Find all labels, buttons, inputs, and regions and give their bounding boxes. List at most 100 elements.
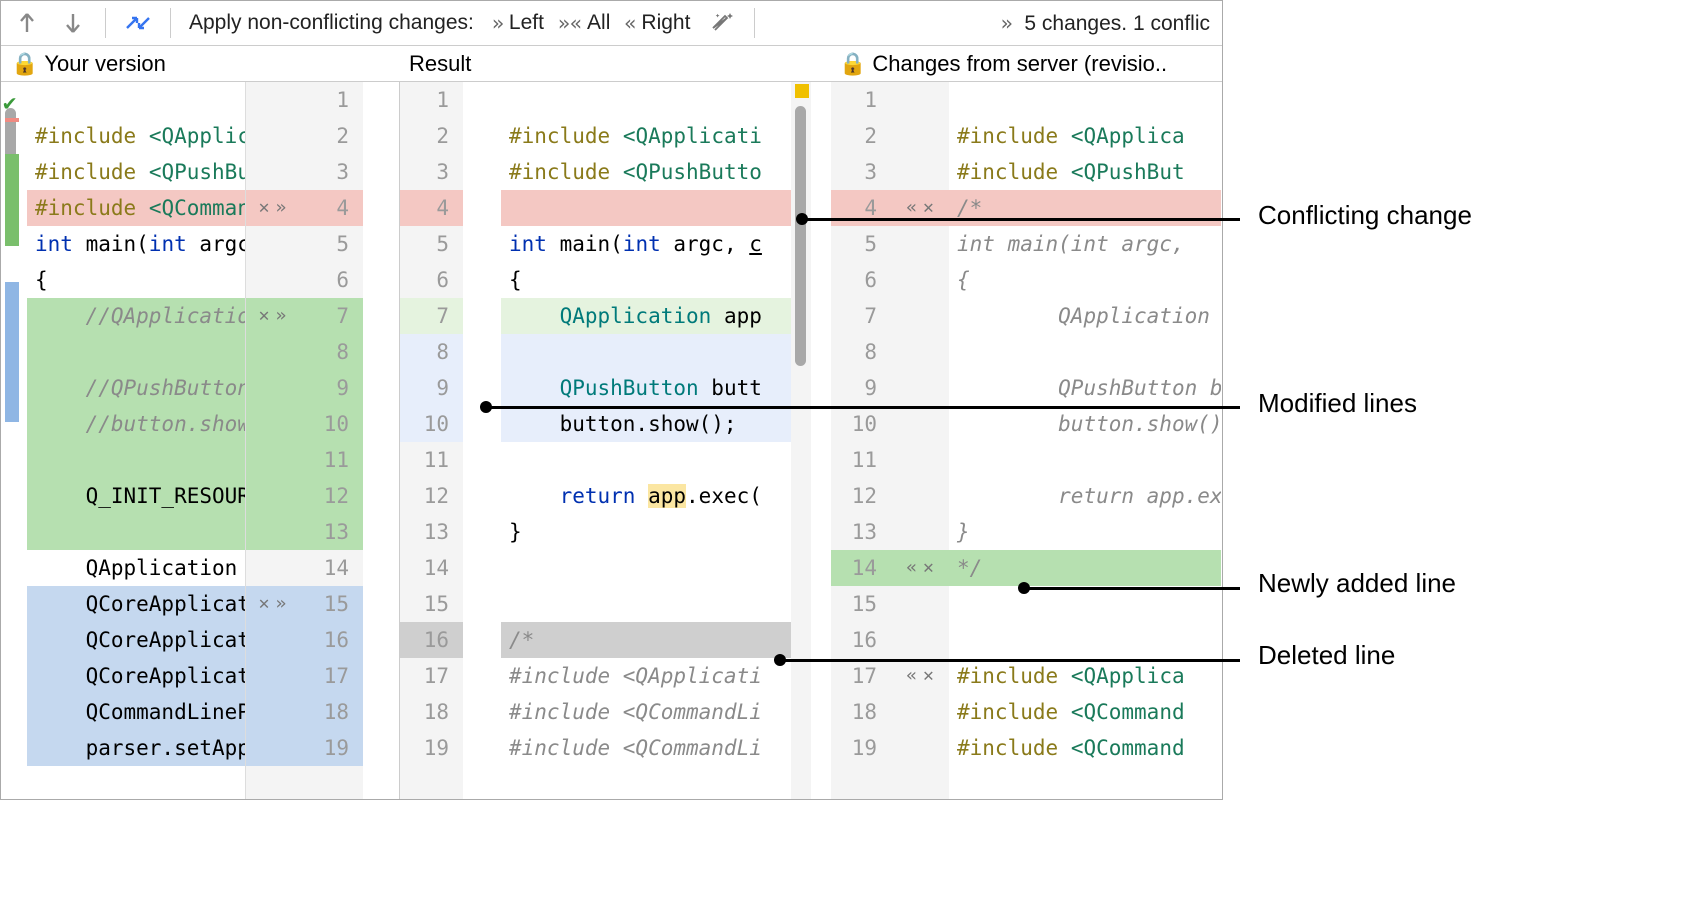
magic-wand-icon[interactable] — [708, 9, 736, 37]
action-cell[interactable]: «✕ — [891, 550, 949, 586]
line-number: 5 — [831, 226, 891, 262]
code-line[interactable]: #include <QApplic — [27, 118, 245, 154]
code-line[interactable]: QApplication a — [949, 298, 1221, 334]
code-line[interactable]: //QPushButton — [27, 370, 245, 406]
code-line[interactable]: */ — [949, 550, 1221, 586]
code-line[interactable]: int main(int argc — [27, 226, 245, 262]
code-line[interactable]: QCoreApplicat — [27, 658, 245, 694]
action-cell — [891, 514, 949, 550]
code-line[interactable]: } — [501, 514, 791, 550]
action-cell[interactable]: ✕» — [246, 298, 299, 334]
code-line[interactable] — [501, 334, 791, 370]
accept-right-icon[interactable]: » — [276, 586, 287, 622]
code-line[interactable]: #include <QComman — [27, 190, 245, 226]
code-line[interactable]: { — [949, 262, 1221, 298]
marker-conflict[interactable] — [5, 118, 19, 122]
apply-all-button[interactable]: »«All — [558, 11, 610, 35]
compare-icon[interactable] — [124, 9, 152, 37]
apply-left-button[interactable]: »Left — [492, 11, 544, 35]
warning-marker-icon[interactable] — [795, 84, 809, 98]
line-number: 11 — [400, 442, 463, 478]
reject-icon[interactable]: ✕ — [259, 298, 270, 334]
action-cell[interactable]: ✕» — [246, 190, 299, 226]
code-line[interactable] — [27, 82, 245, 118]
code-line[interactable] — [949, 586, 1221, 622]
code-line[interactable]: #include <QCommand — [949, 694, 1221, 730]
code-line[interactable]: #include <QApplica — [949, 118, 1221, 154]
code-line[interactable]: #include <QCommandLi — [501, 694, 791, 730]
code-line[interactable]: parser.setApp — [27, 730, 245, 766]
code-line[interactable]: { — [27, 262, 245, 298]
code-line[interactable]: QApplication — [27, 550, 245, 586]
action-cell — [891, 442, 949, 478]
reject-icon[interactable]: ✕ — [923, 550, 934, 586]
reject-icon[interactable]: ✕ — [259, 586, 270, 622]
line-number: 8 — [299, 334, 363, 370]
code-line[interactable] — [949, 334, 1221, 370]
code-line[interactable]: #include <QCommandLi — [501, 730, 791, 766]
line-number: 3 — [299, 154, 363, 190]
accept-right-icon[interactable]: » — [276, 298, 287, 334]
code-line[interactable]: { — [501, 262, 791, 298]
code-line[interactable] — [949, 622, 1221, 658]
apply-right-button[interactable]: «Right — [624, 11, 690, 35]
code-line[interactable]: } — [949, 514, 1221, 550]
code-line[interactable] — [27, 442, 245, 478]
prev-change-icon[interactable] — [13, 9, 41, 37]
code-line[interactable]: Q_INIT_RESOUR — [27, 478, 245, 514]
marker-insert[interactable] — [5, 154, 19, 246]
code-line[interactable] — [949, 442, 1221, 478]
callout-label-added: Newly added line — [1258, 568, 1456, 599]
code-line[interactable] — [501, 190, 791, 226]
mid-scroll-thumb[interactable] — [795, 106, 806, 366]
code-line[interactable]: int main(int argc, — [949, 226, 1221, 262]
code-line[interactable] — [27, 334, 245, 370]
code-line[interactable]: QApplication app — [501, 298, 791, 334]
reject-icon[interactable]: ✕ — [923, 658, 934, 694]
diff-body: ✔ #include <QApplic#include <QPushBu#inc… — [1, 82, 1222, 799]
action-cell — [246, 478, 299, 514]
code-line[interactable] — [501, 82, 791, 118]
code-line[interactable] — [27, 514, 245, 550]
code-line[interactable]: #include <QApplica — [949, 658, 1221, 694]
code-line[interactable]: QPushButton bu — [949, 370, 1221, 406]
code-line[interactable]: #include <QPushButto — [501, 154, 791, 190]
code-line[interactable]: QCommandLineP — [27, 694, 245, 730]
code-line[interactable]: return app.exec( — [501, 478, 791, 514]
code-line[interactable]: button.show(); — [949, 406, 1221, 442]
code-line[interactable]: //button.show — [27, 406, 245, 442]
result-code-pane[interactable]: #include <QApplicati#include <QPushButto… — [501, 82, 791, 799]
code-line[interactable] — [501, 442, 791, 478]
code-line[interactable]: #include <QCommand — [949, 730, 1221, 766]
marker-modified[interactable] — [5, 282, 19, 422]
code-line[interactable] — [949, 82, 1221, 118]
code-line[interactable]: QCoreApplicat — [27, 586, 245, 622]
accept-right-icon[interactable]: » — [276, 190, 287, 226]
action-cell — [246, 730, 299, 766]
apply-group: »Left »«All «Right — [492, 11, 691, 35]
code-line[interactable]: return app.exe — [949, 478, 1221, 514]
accept-left-icon[interactable]: « — [906, 658, 917, 694]
code-line[interactable] — [501, 586, 791, 622]
code-line[interactable]: int main(int argc, c — [501, 226, 791, 262]
left-code-pane[interactable]: #include <QApplic#include <QPushBu#inclu… — [27, 82, 245, 799]
code-line[interactable]: QCoreApplicat — [27, 622, 245, 658]
action-cell[interactable]: «✕ — [891, 658, 949, 694]
code-line[interactable]: button.show(); — [501, 406, 791, 442]
right-code-pane[interactable]: #include <QApplica#include <QPushBut/*in… — [949, 82, 1221, 799]
reject-icon[interactable]: ✕ — [259, 190, 270, 226]
code-line[interactable]: #include <QApplicati — [501, 118, 791, 154]
mid-scroll-gutter — [791, 82, 811, 799]
code-line[interactable]: /* — [501, 622, 791, 658]
action-cell[interactable]: ✕» — [246, 586, 299, 622]
code-line[interactable]: #include <QApplicati — [501, 658, 791, 694]
accept-left-icon[interactable]: « — [906, 550, 917, 586]
code-line[interactable]: #include <QPushBut — [949, 154, 1221, 190]
code-line[interactable]: QPushButton butt — [501, 370, 791, 406]
line-number: 12 — [831, 478, 891, 514]
line-number: 14 — [299, 550, 363, 586]
code-line[interactable] — [501, 550, 791, 586]
code-line[interactable]: #include <QPushBu — [27, 154, 245, 190]
next-change-icon[interactable] — [59, 9, 87, 37]
code-line[interactable]: //QApplicatio — [27, 298, 245, 334]
